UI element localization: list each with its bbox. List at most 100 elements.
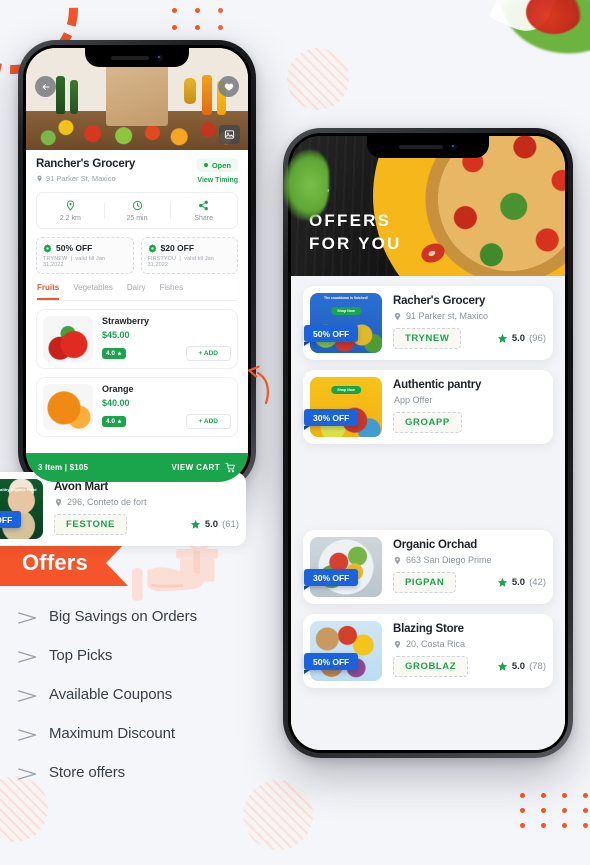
promo-code-chip[interactable]: FESTONE <box>54 514 127 535</box>
info-cell-time[interactable]: 25 min <box>103 199 171 222</box>
offers-screen: OFFERS FOR YOU The countdown is finished… <box>291 136 565 750</box>
view-cart-bar[interactable]: 3 Item | $105 VIEW CART <box>26 453 248 482</box>
product-row[interactable]: Strawberry $45.00 4.0 + ADD <box>36 309 238 369</box>
offer-rating-count: (42) <box>529 577 546 588</box>
offer-thumbnail: 30% OFF <box>304 537 382 597</box>
view-cart-button[interactable]: VIEW CART <box>172 462 237 473</box>
offer-card-rachers-grocery[interactable]: The countdown is finished! Shop Now 50% … <box>303 286 553 360</box>
product-rating-badge: 4.0 <box>102 416 127 427</box>
phone-mockup-offers: OFFERS FOR YOU The countdown is finished… <box>283 128 573 758</box>
coupon-badge-icon <box>148 243 156 253</box>
offer-store-name: Authentic pantry <box>393 379 482 391</box>
coupon-top: 50% OFF <box>43 243 127 253</box>
view-cart-label: VIEW CART <box>171 463 220 472</box>
star-icon <box>190 519 200 529</box>
status-badge: Open <box>196 158 238 172</box>
product-image <box>43 384 93 430</box>
product-name: Strawberry <box>102 316 150 326</box>
notch-camera <box>156 54 163 61</box>
tab-fishes[interactable]: Fishes <box>160 283 184 300</box>
offer-rating-value: 5.0 <box>511 577 526 588</box>
offer-location-text: 663 San Diego Prime <box>406 555 492 565</box>
location-pin-icon <box>55 498 62 506</box>
product-row[interactable]: Orange $40.00 4.0 + ADD <box>36 377 238 437</box>
add-to-cart-button[interactable]: + ADD <box>185 414 231 429</box>
offer-card-blazing-store[interactable]: 50% OFF Blazing Store 20, Costa Rica GRO… <box>303 614 553 688</box>
offer-location-text: 91 Parker st, Maxico <box>406 311 489 321</box>
star-icon <box>497 661 507 671</box>
offer-rating-value: 5.0 <box>204 519 219 530</box>
shopping-cart-icon <box>225 462 236 473</box>
offer-bottom-row: PIGPAN 5.0 (42) <box>393 572 546 593</box>
bottle-green-2 <box>70 80 78 114</box>
thumb-caption: Fresh & Healthy Organic Food <box>0 487 37 492</box>
offer-thumbnail-image <box>310 537 382 597</box>
offer-card-organic-orchad[interactable]: 30% OFF Organic Orchad 663 San Diego Pri… <box>303 530 553 604</box>
feature-item: Maximum Discount <box>18 725 270 742</box>
offers-list[interactable]: The countdown is finished! Shop Now 50% … <box>291 276 565 750</box>
location-pin-icon <box>394 556 401 564</box>
image-gallery-icon[interactable] <box>219 125 240 144</box>
arrow-bullet-icon <box>18 767 38 780</box>
product-actions: 4.0 + ADD <box>102 346 231 361</box>
phone-bezel: Rancher's Grocery 91 Parker St, Maxico O… <box>23 45 251 485</box>
info-cell-distance[interactable]: 2.2 km <box>37 199 104 222</box>
offer-bottom-row: GROAPP <box>393 412 546 433</box>
decor-leaf-top-right <box>494 0 590 73</box>
coupon-card[interactable]: 50% OFF TRYNEW | valid till Jan 31,2022 <box>36 237 134 274</box>
thumb-shop-now-pill: Shop Now <box>331 307 361 315</box>
view-timing-link[interactable]: View Timing <box>197 177 238 184</box>
thumb-shop-now-pill: Shop Now <box>331 386 361 394</box>
offer-card-avon-mart[interactable]: Fresh & Healthy Organic Food Order up to… <box>0 472 246 546</box>
store-header-row: Rancher's Grocery 91 Parker St, Maxico O… <box>36 158 238 184</box>
coupon-card[interactable]: $20 OFF FIRSTYOU | valid till Jan 31,202… <box>140 237 238 274</box>
offer-rating: 5.0 (78) <box>497 661 546 672</box>
offers-section-title: Offers <box>0 540 128 586</box>
offer-thumbnail: Fresh & Healthy Organic Food Order up to… <box>0 479 43 539</box>
tab-vegetables[interactable]: Vegetables <box>73 283 113 300</box>
page-title: OFFERS FOR YOU <box>309 210 402 256</box>
tab-dairy[interactable]: Dairy <box>127 283 146 300</box>
decor-hatch-circle-top <box>287 48 349 110</box>
coupon-amount: $20 OFF <box>160 243 195 253</box>
offer-info: Racher's Grocery 91 Parker st, Maxico TR… <box>393 293 546 349</box>
info-cell-label: 2.2 km <box>59 215 81 222</box>
offer-card-authentic-pantry[interactable]: Shop Now 30% OFF Authentic pantry App Of… <box>303 370 553 444</box>
offer-location: 91 Parker st, Maxico <box>393 311 546 321</box>
offer-store-name: Racher's Grocery <box>393 295 486 307</box>
category-tabs: Fruits Vegetables Dairy Fishes <box>36 283 238 301</box>
discount-ribbon: 50% OFF <box>304 325 359 346</box>
promo-code-chip[interactable]: GROAPP <box>393 412 462 433</box>
product-info: Strawberry $45.00 4.0 + ADD <box>102 316 231 362</box>
offer-store-name: Blazing Store <box>393 623 464 635</box>
pineapple <box>184 78 196 104</box>
product-price: $40.00 <box>102 398 130 408</box>
thumb-caption: The countdown is finished! <box>324 296 368 300</box>
offer-bottom-row: TRYNEW 5.0 (96) <box>393 328 546 349</box>
promo-code-chip[interactable]: TRYNEW <box>393 328 462 349</box>
promo-code-chip[interactable]: PIGPAN <box>393 572 457 593</box>
heart-icon[interactable] <box>218 76 239 97</box>
star-icon <box>117 351 122 356</box>
feature-label: Available Coupons <box>49 686 173 703</box>
back-arrow-icon[interactable] <box>35 76 56 97</box>
star-icon <box>117 419 122 424</box>
promo-code-chip[interactable]: GROBLAZ <box>393 656 469 677</box>
product-actions: 4.0 + ADD <box>102 414 231 429</box>
product-info: Orange $40.00 4.0 + ADD <box>102 384 231 430</box>
store-info-row: 2.2 km 25 min Share <box>36 192 238 229</box>
product-rating-badge: 4.0 <box>102 348 127 359</box>
offer-info: Organic Orchad 663 San Diego Prime PIGPA… <box>393 537 546 593</box>
bottle-orange-1 <box>202 75 212 115</box>
tab-fruits[interactable]: Fruits <box>37 283 60 300</box>
hamburger-menu-icon[interactable] <box>309 176 329 196</box>
info-cell-label: 25 min <box>126 215 148 222</box>
coupon-meta: TRYNEW | valid till Jan 31,2022 <box>43 256 106 268</box>
offer-location-text: 296, Conteto de fort <box>67 497 147 507</box>
status-dot-icon <box>203 163 208 167</box>
coupon-meta: FIRSTYOU | valid till Jan 31,2022 <box>147 256 214 268</box>
offer-rating-count: (61) <box>222 519 239 530</box>
add-to-cart-button[interactable]: + ADD <box>185 346 231 361</box>
info-cell-share[interactable]: Share <box>170 199 237 222</box>
store-identity: Rancher's Grocery 91 Parker St, Maxico <box>36 158 135 183</box>
